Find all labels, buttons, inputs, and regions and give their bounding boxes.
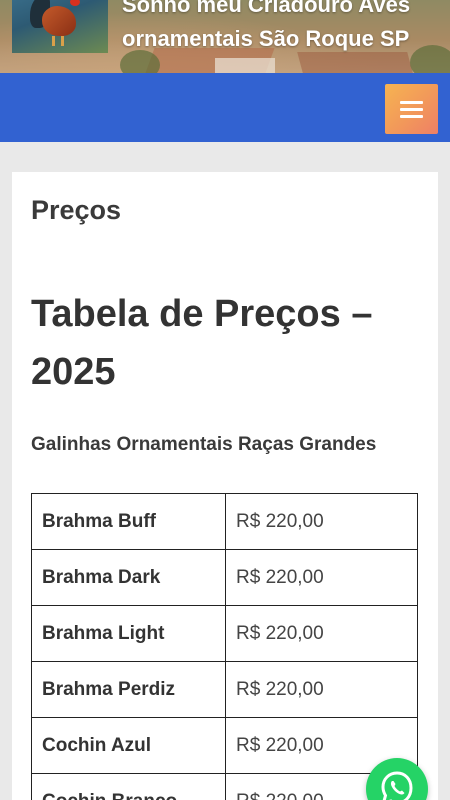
site-title[interactable]: Sonho meu Criadouro Aves ornamentais São… (122, 0, 442, 56)
breed-name: Brahma Light (31, 605, 226, 662)
breed-price: R$ 220,00 (225, 661, 418, 718)
menu-toggle-button[interactable] (385, 84, 438, 134)
breed-name: Cochin Branco (31, 773, 226, 800)
header-banner: Sonho meu Criadouro Aves ornamentais São… (0, 0, 450, 73)
price-table: Brahma Buff R$ 220,00 Brahma Dark R$ 220… (31, 493, 418, 800)
breed-name: Brahma Perdiz (31, 661, 226, 718)
breed-price: R$ 220,00 (225, 549, 418, 606)
section-subtitle: Galinhas Ornamentais Raças Grandes (31, 434, 377, 455)
whatsapp-icon (381, 771, 413, 800)
page: Sonho meu Criadouro Aves ornamentais São… (0, 0, 450, 800)
table-row: Brahma Perdiz R$ 220,00 (31, 661, 418, 718)
breed-name: Brahma Buff (31, 493, 226, 550)
table-row: Brahma Buff R$ 220,00 (31, 493, 418, 550)
table-row: Brahma Dark R$ 220,00 (31, 549, 418, 606)
table-row: Cochin Azul R$ 220,00 (31, 717, 418, 774)
table-row: Brahma Light R$ 220,00 (31, 605, 418, 662)
breed-price: R$ 220,00 (225, 493, 418, 550)
breed-name: Brahma Dark (31, 549, 226, 606)
table-row: Cochin Branco R$ 220,00 (31, 773, 418, 800)
page-title: Preços (31, 195, 122, 225)
navigation-bar (0, 73, 450, 142)
rooster-logo-icon[interactable] (12, 0, 108, 53)
post-title: Tabela de Preços – 2025 (31, 293, 373, 393)
banner-background-house (215, 58, 275, 73)
content-card: Preços Tabela de Preços – 2025 Galinhas … (12, 172, 438, 800)
breed-price: R$ 220,00 (225, 605, 418, 662)
breed-name: Cochin Azul (31, 717, 226, 774)
